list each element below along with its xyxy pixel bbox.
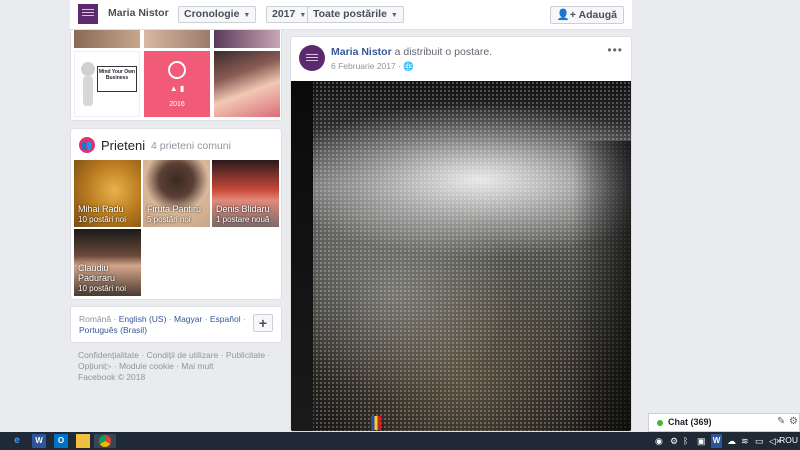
figure-head [81,62,95,76]
language-link[interactable]: Español [210,314,241,324]
post-action-text: a distribuit o postare. [394,46,493,58]
friend-tile[interactable]: Claudiu Paduraru 10 postări noi [74,229,141,296]
tray-network-icon[interactable]: ◉ [655,434,663,448]
word-icon[interactable]: W [32,434,46,448]
post-date[interactable]: 6 Februarie 2017 · 🌐 [331,61,414,72]
photo-thumbnail[interactable]: Mind Your Own Business [74,51,140,117]
year-dropdown[interactable]: 2017 ▼ [266,6,313,23]
chat-bar[interactable]: Chat (369) ✎ ⚙ [648,413,800,432]
tray-app-icon[interactable]: ▣ [697,434,706,448]
language-list: Română · English (US) · Magyar · Español… [79,314,246,335]
footer-link[interactable]: Module cookie [119,361,174,371]
post-author-link[interactable]: Maria Nistor [331,46,392,58]
battery-icon[interactable]: ▭ [755,434,764,448]
add-friend-label: Adaugă [578,9,617,21]
timeline-label: Cronologie [184,8,240,20]
chevron-down-icon: ▼ [390,12,398,19]
language-link[interactable]: Português (Brasil) [79,325,147,335]
tray-settings-icon[interactable]: ⚙ [670,434,678,448]
friends-icon: 👥 [79,137,95,153]
friend-name: Claudiu Paduraru [78,263,116,283]
footer-link[interactable]: Publicitate [226,350,265,360]
new-message-icon[interactable]: ✎ [777,416,785,427]
chrome-taskbar-button[interactable] [94,434,116,448]
timeline-topbar: Maria Nistor Cronologie ▼ 2017 ▼ Toate pos… [70,0,632,30]
friends-card: 👥 Prieteni 4 prieteni comuni Mihai Radu … [70,128,282,300]
friend-new-posts: 10 postări noi [78,215,127,224]
year-label: 2017 [272,8,296,20]
copyright-text: Facebook © 2018 [78,372,146,382]
photo-shadow-left [291,81,313,431]
friend-new-posts: 10 postări noi [78,284,127,293]
photos-card: Mind Your Own Business ▲ ▮ 2016 [70,30,282,121]
photo-thumbnail[interactable] [214,51,280,117]
photo-thumbnail[interactable] [144,30,210,48]
mutual-friends-count[interactable]: 4 prieteni comuni [151,140,231,152]
profile-name-link[interactable]: Maria Nistor [105,6,172,23]
post-author-avatar[interactable] [299,45,325,71]
friend-tile[interactable]: Mihai Radu 10 postări noi [74,160,141,227]
post-date-text: 6 Februarie 2017 [331,61,396,71]
friends-title[interactable]: Prieteni [101,138,145,153]
cloud-icon[interactable]: ☁ [727,434,736,448]
chrome-icon [99,435,111,447]
windows-taskbar: e W O ◉ ⚙ ᛒ ▣ W ☁ ≋ ▭ ◁× ROU [0,432,800,450]
adchoices-icon: ▷ [104,361,112,371]
online-status-icon [657,420,663,426]
photo-year-text: 2016 [169,101,185,108]
add-friend-button[interactable]: 👤+ Adaugă [549,6,624,24]
photo-thumbnail[interactable]: ▲ ▮ 2016 [144,51,210,117]
gear-icon[interactable]: ⚙ [789,416,798,427]
timeline-dropdown[interactable]: Cronologie ▼ [178,6,257,23]
footer-link[interactable]: Mai mult [181,361,213,371]
post-options-icon[interactable]: ••• [607,43,623,57]
language-link[interactable]: English (US) [119,314,167,324]
language-indicator[interactable]: ROU [779,435,798,445]
add-person-icon: 👤+ [556,9,576,21]
folder-icon[interactable] [76,434,90,448]
friend-name: Firuta Pantiru [147,204,202,214]
post-card: Maria Nistor a distribuit o postare. 6 F… [290,36,632,432]
post-photo[interactable] [291,81,631,431]
outlook-icon[interactable]: O [54,434,68,448]
globe-icon: 🌐 [403,61,414,71]
footer-link[interactable]: Confidențialitate [78,350,139,360]
chat-label: Chat (369) [668,417,712,427]
friend-new-posts: 5 postări noi [147,215,191,224]
posts-filter-dropdown[interactable]: Toate postările ▼ [307,6,404,23]
friend-tile[interactable]: Denis Blidaru 1 postare nouă [212,160,279,227]
footer-links: Confidențialitate · Condiții de utilizar… [78,350,271,382]
wifi-icon[interactable]: ≋ [741,434,749,448]
language-link[interactable]: Magyar [174,314,202,324]
footer-link[interactable]: Condiții de utilizare [147,350,219,360]
languages-card: Română · English (US) · Magyar · Español… [70,306,282,343]
language-current: Română [79,314,112,324]
edge-icon[interactable]: e [10,434,24,448]
word-tray-icon[interactable]: W [711,434,722,448]
friend-tile[interactable]: Firuta Pantiru 5 postări noi [143,160,210,227]
hat-cup-icons: ▲ ▮ [169,84,185,93]
friend-name: Denis Blidaru [216,204,270,214]
chevron-down-icon: ▼ [243,12,251,19]
profile-avatar[interactable] [78,4,98,24]
photo-sign-text: Mind Your Own Business [97,66,137,92]
badge-icon [168,61,186,79]
post-header: Maria Nistor a distribuit o postare. [331,46,492,58]
posts-filter-label: Toate postările [313,8,387,20]
photo-shadow-right [573,141,631,431]
footer-link[interactable]: Opțiuni [78,361,105,371]
add-language-button[interactable]: + [253,314,273,332]
friend-name: Mihai Radu [78,204,124,214]
photo-thumbnail[interactable] [214,30,280,48]
flag-icon [371,416,381,430]
figure-body [83,76,93,106]
bluetooth-icon[interactable]: ᛒ [683,434,688,448]
friend-new-posts: 1 postare nouă [216,215,270,224]
chevron-down-icon: ▼ [299,12,307,19]
photo-thumbnail[interactable] [74,30,140,48]
